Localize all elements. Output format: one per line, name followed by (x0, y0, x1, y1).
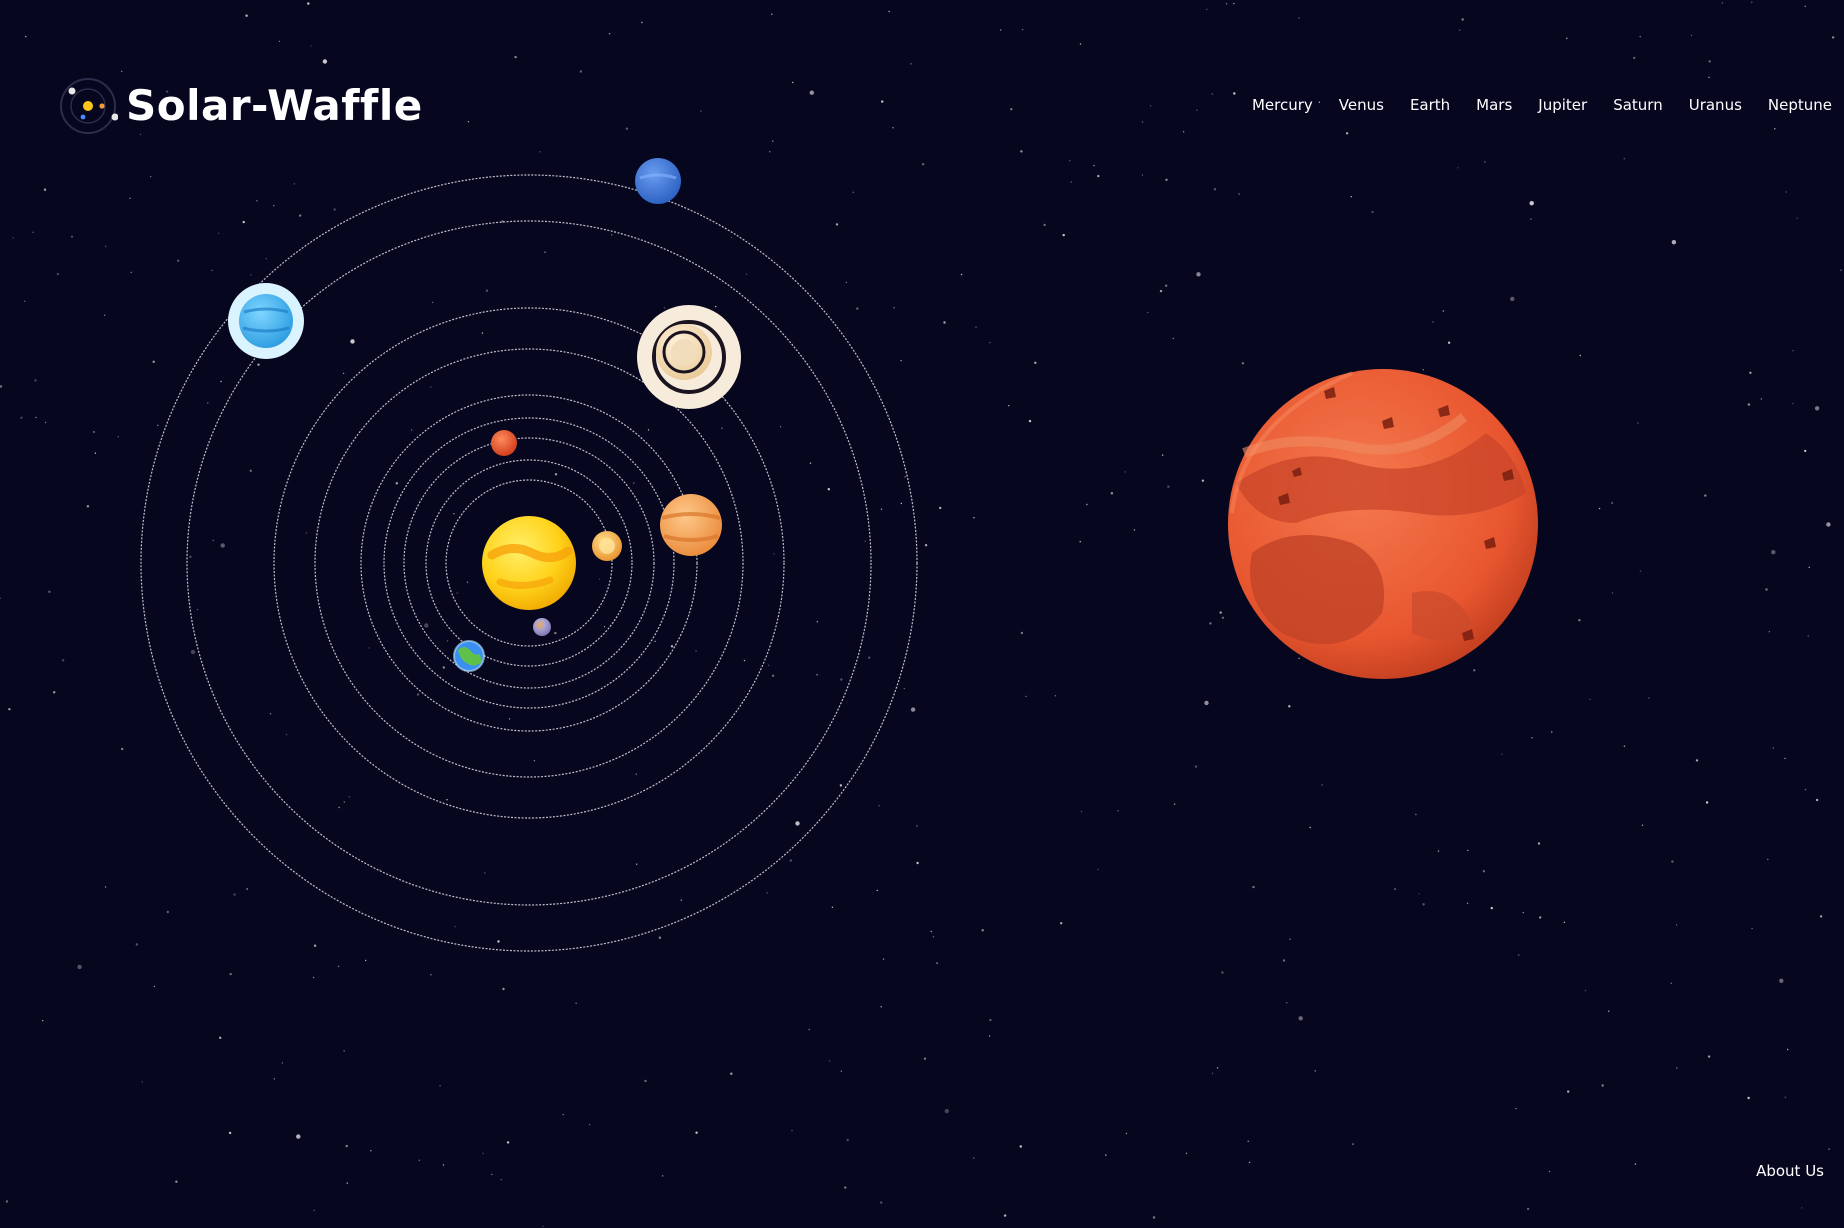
planet-saturn-icon[interactable] (637, 305, 741, 409)
planet-venus-icon[interactable] (592, 531, 622, 561)
mars-3d-model-icon (1228, 369, 1538, 679)
planet-jupiter-icon[interactable] (660, 494, 722, 556)
planet-mars-icon[interactable] (491, 430, 517, 456)
solar-system-diagram (140, 158, 918, 952)
planet-earth-icon[interactable] (453, 640, 485, 672)
planet-neptune-icon[interactable] (635, 158, 681, 204)
planet-mercury-icon[interactable] (533, 618, 551, 636)
featured-planet[interactable] (1222, 363, 1544, 685)
about-us-link[interactable]: About Us (1756, 1162, 1824, 1180)
planet-uranus-icon[interactable] (228, 283, 304, 359)
sun-icon[interactable] (482, 516, 576, 610)
